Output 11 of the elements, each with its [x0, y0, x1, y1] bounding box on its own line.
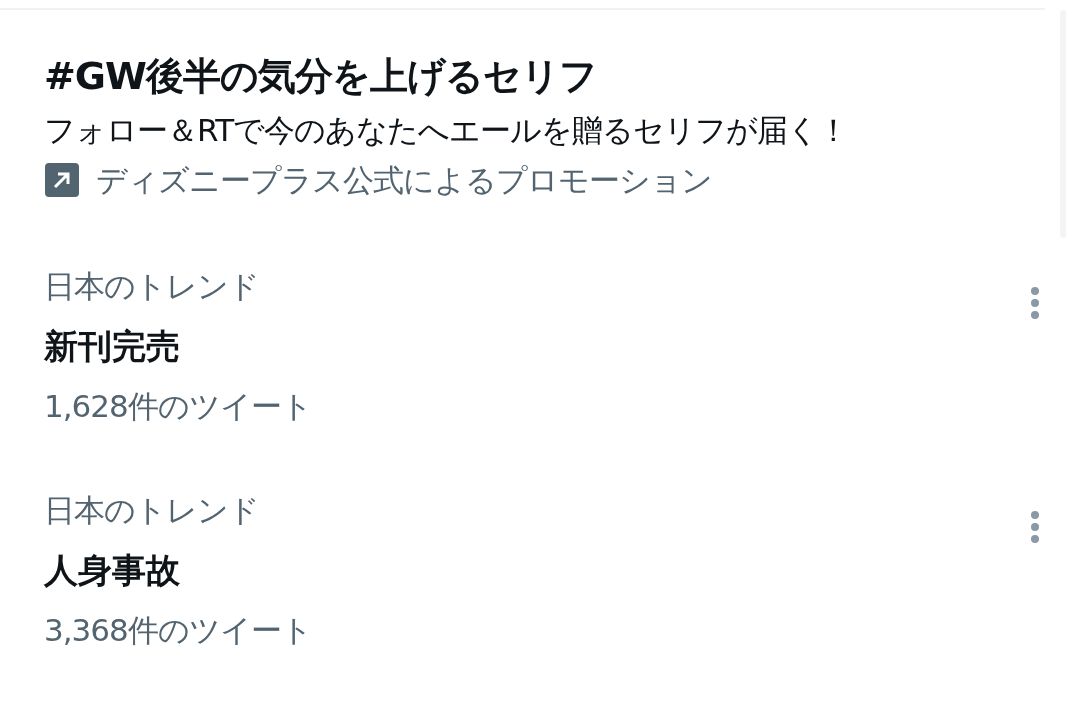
promoted-trend-title: #GW後半の気分を上げるセリフ: [44, 53, 598, 100]
trend-tweet-count: 3,368件のツイート: [44, 611, 312, 650]
trend-title[interactable]: 人身事故: [44, 548, 312, 592]
trend-tweet-count: 1,628件のツイート: [44, 387, 312, 426]
trend-context: 日本のトレンド: [44, 267, 260, 306]
more-options-icon[interactable]: [1030, 286, 1040, 320]
trend-title[interactable]: 新刊完売: [44, 324, 312, 368]
promoter-label[interactable]: ディズニープラス公式によるプロモーション: [96, 158, 712, 202]
promoted-description: フォロー＆RTで今のあなたへエールを贈るセリフが届く！: [44, 111, 850, 150]
more-options-icon[interactable]: [1030, 510, 1040, 544]
trend-context: 日本のトレンド: [44, 491, 260, 530]
